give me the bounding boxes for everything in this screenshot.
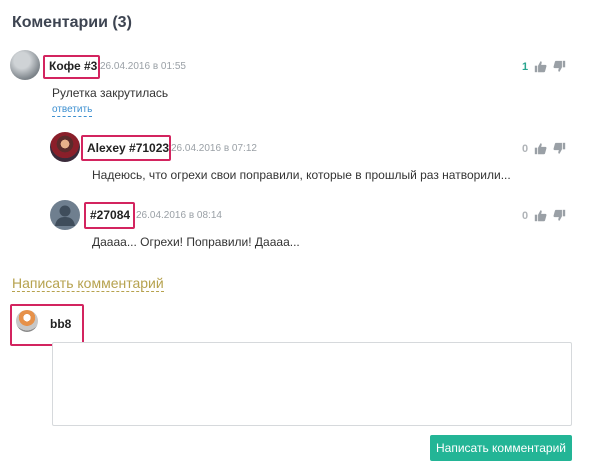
comment-2-vote-count: 0 [522, 142, 529, 155]
thumb-down-icon[interactable] [553, 142, 566, 155]
comment-1-author[interactable]: Кофе #3 [49, 59, 97, 73]
comment-2-date: 26.04.2016 в 07:12 [171, 143, 257, 154]
user-placeholder-icon [55, 205, 75, 226]
thumb-down-icon[interactable] [553, 60, 566, 73]
comment-2-text: Надеюсь, что огрехи свои поправили, кото… [92, 168, 511, 182]
comment-3-votes: 0 [522, 209, 566, 222]
comment-1-date: 26.04.2016 в 01:55 [100, 61, 186, 72]
comment-textarea[interactable] [52, 342, 572, 426]
comments-title: Коментарии (3) [12, 14, 132, 31]
comment-2-votes: 0 [522, 142, 566, 155]
comment-1-avatar[interactable] [10, 50, 40, 80]
comment-1-reply-link[interactable]: ответить [52, 104, 93, 117]
comment-1-vote-count: 1 [522, 60, 529, 73]
compose-username: bb8 [50, 317, 72, 331]
comment-2-author[interactable]: Alexey #71023 [87, 141, 169, 155]
comment-3-date: 26.04.2016 в 08:14 [136, 210, 222, 221]
thumb-up-icon[interactable] [534, 60, 547, 73]
comment-2-avatar[interactable] [50, 132, 80, 162]
comment-3-avatar[interactable] [50, 200, 80, 230]
thumb-up-icon[interactable] [534, 142, 547, 155]
comment-3-author[interactable]: #27084 [90, 208, 130, 222]
thumb-up-icon[interactable] [534, 209, 547, 222]
comment-3-text: Даааа... Огрехи! Поправили! Даааа... [92, 235, 300, 249]
thumb-down-icon[interactable] [553, 209, 566, 222]
compose-user-avatar [16, 310, 38, 332]
comment-3-vote-count: 0 [522, 209, 529, 222]
comment-1-text: Рулетка закрутилась [52, 86, 169, 100]
submit-comment-button[interactable]: Написать комментарий [430, 435, 572, 461]
write-comment-heading[interactable]: Написать комментарий [12, 275, 164, 292]
comment-1-votes: 1 [522, 60, 566, 73]
